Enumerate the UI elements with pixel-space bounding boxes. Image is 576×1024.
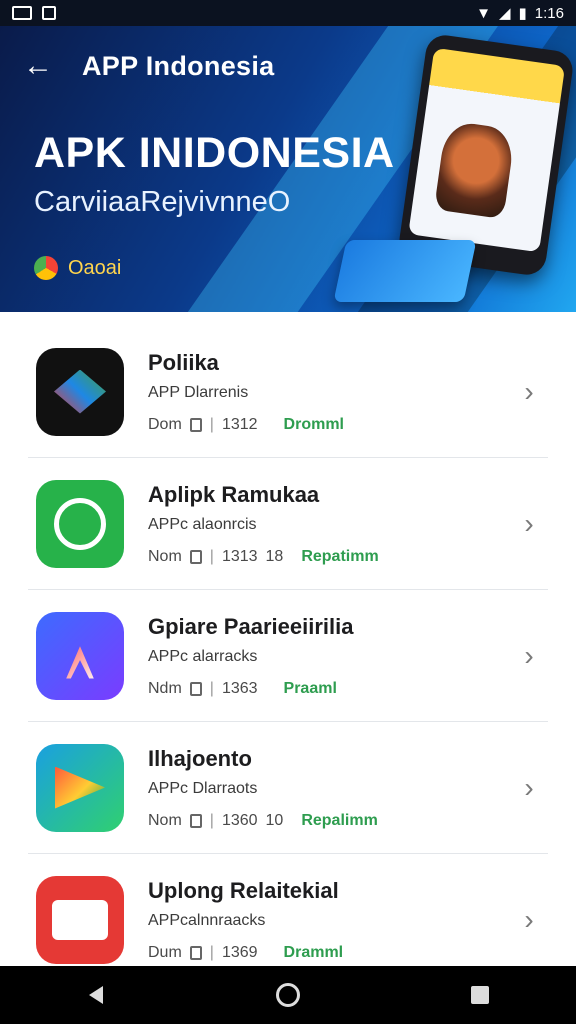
app-info: Ilhajoento APPc Dlarraots Nom | 1360 10 … bbox=[148, 746, 518, 830]
app-meta: Ndm | 1363 Praaml bbox=[148, 680, 518, 698]
app-icon bbox=[36, 479, 124, 568]
brand-logo-icon bbox=[34, 256, 58, 280]
app-logo-icon bbox=[55, 766, 105, 809]
app-icon bbox=[36, 611, 124, 700]
back-nav-icon[interactable] bbox=[81, 980, 111, 1010]
app-meta: Dum | 1369 Dramml bbox=[148, 944, 518, 962]
app-row[interactable]: Poliika APP Dlarrenis Dom | 1312 Dromml … bbox=[28, 326, 548, 458]
app-row[interactable]: Aplipk Ramukaa APPc alaonrcis Nom | 1313… bbox=[28, 458, 548, 590]
app-count: 1363 bbox=[221, 679, 258, 697]
app-info: Gpiare Paarieeiirilia APPc alarracks Ndm… bbox=[148, 614, 518, 698]
phone-screen bbox=[408, 47, 566, 253]
back-arrow-icon[interactable]: ← bbox=[18, 46, 58, 86]
app-count: 1369 bbox=[221, 943, 258, 961]
chevron-right-icon[interactable]: › bbox=[518, 376, 540, 407]
download-icon bbox=[189, 549, 202, 564]
download-icon bbox=[189, 945, 202, 960]
app-count: 1360 bbox=[221, 811, 258, 829]
app-size: Dom bbox=[148, 415, 182, 433]
app-size: Nom bbox=[148, 547, 182, 565]
app-name: Poliika bbox=[148, 349, 219, 375]
system-nav-bar bbox=[0, 966, 576, 1024]
hero-subtitle: CarviiaaRejvivnneO bbox=[34, 186, 291, 218]
hero-title: APK INIDONESIA bbox=[34, 129, 395, 177]
app-status[interactable]: Dramml bbox=[284, 944, 344, 962]
chevron-right-icon[interactable]: › bbox=[518, 772, 540, 803]
app-extra: 18 bbox=[265, 547, 284, 565]
header-banner: ← APP Indonesia APK INIDONESIA CarviiaaR… bbox=[0, 26, 576, 312]
app-name: Aplipk Ramukaa bbox=[148, 481, 320, 507]
app-info: Poliika APP Dlarrenis Dom | 1312 Dromml bbox=[148, 350, 518, 434]
phone-artwork bbox=[433, 120, 516, 220]
app-extra: 10 bbox=[265, 811, 284, 829]
notification-icon bbox=[42, 6, 56, 20]
back-triangle bbox=[89, 986, 103, 1004]
home-circle bbox=[276, 983, 300, 1007]
app-size: Dum bbox=[148, 943, 182, 961]
app-count: 1313 bbox=[221, 547, 258, 565]
meta-separator: | bbox=[209, 811, 214, 829]
app-name: Gpiare Paarieeiirilia bbox=[148, 613, 354, 639]
brand-label: Oaoai bbox=[68, 256, 122, 279]
app-status[interactable]: Dromml bbox=[284, 416, 344, 434]
meta-separator: | bbox=[209, 547, 214, 565]
app-row[interactable]: Ilhajoento APPc Dlarraots Nom | 1360 10 … bbox=[28, 722, 548, 854]
card-illustration bbox=[333, 240, 477, 302]
status-bar: ▼ ◢ ▮ 1:16 bbox=[0, 0, 576, 26]
wifi-icon: ▼ bbox=[476, 4, 491, 22]
recents-square bbox=[471, 986, 489, 1004]
app-name: Uplong Relaitekial bbox=[148, 877, 339, 903]
app-meta: Nom | 1360 10 Repalimm bbox=[148, 812, 518, 830]
chevron-right-icon[interactable]: › bbox=[518, 904, 540, 935]
status-right: ▼ ◢ ▮ 1:16 bbox=[476, 4, 564, 23]
app-size: Nom bbox=[148, 811, 182, 829]
meta-separator: | bbox=[209, 415, 214, 433]
app-publisher: APP Dlarrenis bbox=[148, 383, 249, 401]
app-logo-icon bbox=[52, 899, 108, 940]
app-publisher: APPc Dlarraots bbox=[148, 779, 258, 797]
app-info: Uplong Relaitekial APPcalnnraacks Dum | … bbox=[148, 878, 518, 962]
app-status[interactable]: Repatimm bbox=[301, 548, 378, 566]
app-meta: Nom | 1313 18 Repatimm bbox=[148, 548, 518, 566]
download-icon bbox=[189, 681, 202, 696]
battery-icon: ▮ bbox=[518, 5, 527, 22]
app-info: Aplipk Ramukaa APPc alaonrcis Nom | 1313… bbox=[148, 482, 518, 566]
download-icon bbox=[189, 813, 202, 828]
app-row[interactable]: Gpiare Paarieeiirilia APPc alarracks Ndm… bbox=[28, 590, 548, 722]
app-status[interactable]: Repalimm bbox=[301, 812, 377, 830]
app-publisher: APPc alaonrcis bbox=[148, 515, 257, 533]
app-status[interactable]: Praaml bbox=[284, 680, 337, 698]
screen-record-icon bbox=[12, 6, 32, 20]
home-nav-icon[interactable] bbox=[273, 980, 303, 1010]
app-count: 1312 bbox=[221, 415, 258, 433]
app-icon bbox=[36, 347, 124, 436]
app-icon bbox=[36, 743, 124, 832]
status-time: 1:16 bbox=[534, 4, 564, 22]
recents-nav-icon[interactable] bbox=[465, 980, 495, 1010]
chevron-right-icon[interactable]: › bbox=[518, 508, 540, 539]
app-name: Ilhajoento bbox=[148, 745, 252, 771]
chevron-right-icon[interactable]: › bbox=[518, 640, 540, 671]
app-size: Ndm bbox=[148, 679, 182, 697]
app-logo-icon bbox=[54, 497, 106, 550]
download-icon bbox=[189, 417, 202, 432]
app-list: Poliika APP Dlarrenis Dom | 1312 Dromml … bbox=[0, 326, 576, 985]
toolbar-title: APP Indonesia bbox=[82, 50, 275, 81]
app-publisher: APPcalnnraacks bbox=[148, 911, 266, 929]
meta-separator: | bbox=[209, 943, 214, 961]
meta-separator: | bbox=[209, 679, 214, 697]
app-icon bbox=[36, 875, 124, 964]
hero-brand: Oaoai bbox=[34, 256, 121, 280]
status-left bbox=[12, 6, 56, 20]
signal-icon: ◢ bbox=[498, 5, 511, 22]
app-logo-icon bbox=[54, 369, 106, 414]
app-logo-icon bbox=[66, 646, 94, 679]
app-meta: Dom | 1312 Dromml bbox=[148, 416, 518, 434]
app-publisher: APPc alarracks bbox=[148, 647, 258, 665]
